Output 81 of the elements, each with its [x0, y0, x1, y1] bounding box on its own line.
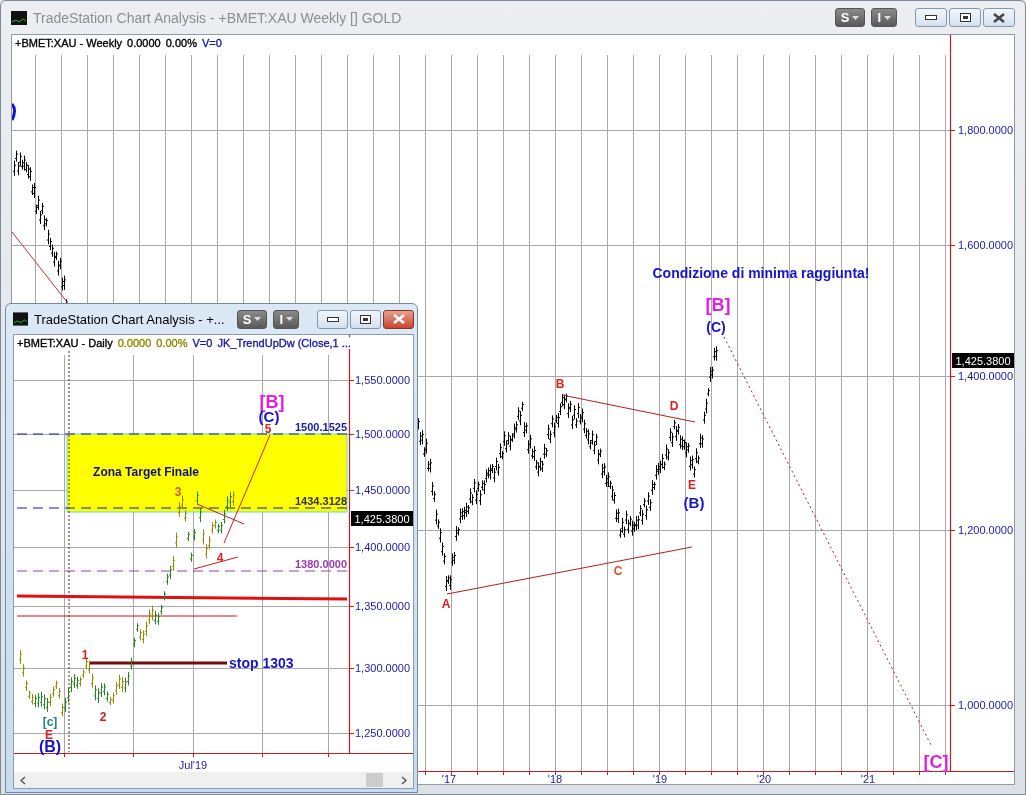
chart-annotation: stop 1303	[229, 655, 294, 671]
chart-icon	[11, 10, 27, 25]
chart-annotation: Zona Target Finale	[93, 465, 199, 479]
close-icon	[392, 314, 405, 324]
caret-icon	[254, 317, 262, 321]
chart-icon	[13, 312, 29, 326]
caret-icon	[852, 15, 860, 20]
chart-annotation: 2	[99, 710, 107, 724]
chart-annotation: 3	[174, 485, 182, 499]
chart-annotation: 1380.0000	[295, 558, 347, 570]
caret-icon	[884, 15, 891, 20]
date-label: '18	[547, 773, 563, 784]
maximize-button[interactable]	[350, 309, 381, 329]
price-label: 1,350.0000	[355, 600, 411, 612]
legend-text: 0.00%	[165, 37, 197, 49]
price-label: 1,250.0000	[355, 727, 411, 739]
maximize-icon	[360, 314, 371, 324]
price-label: 1,400.0000	[355, 541, 411, 553]
menu-button[interactable]: S	[236, 309, 268, 329]
chart-annotation: [B]	[705, 295, 731, 315]
chart-annotation: D	[669, 399, 679, 413]
minimize-button[interactable]	[317, 309, 348, 329]
date-label: '20	[756, 773, 772, 784]
wave-marker-icon	[12, 103, 16, 121]
price-label: 1,400.0000	[958, 370, 1014, 382]
chart-annotation: (C)	[706, 319, 726, 335]
caret-icon	[286, 317, 293, 321]
chart-annotation: 1434.3128	[295, 495, 347, 507]
chart-annotation: (B)	[683, 494, 705, 511]
scrollbar-thumb[interactable]	[366, 773, 383, 787]
scrollbar[interactable]	[14, 772, 413, 788]
chart-annotation: 5	[264, 422, 272, 436]
price-label: 1,800.0000	[958, 124, 1014, 136]
chart-annotation: C	[613, 564, 623, 578]
trend-line	[12, 231, 68, 303]
price-label: 1,550.0000	[355, 374, 411, 386]
date-label: '21	[860, 773, 876, 784]
chevron-left-icon[interactable]	[20, 775, 26, 785]
chevron-right-icon[interactable]	[401, 775, 407, 785]
minimize-button[interactable]	[915, 8, 947, 27]
minimize-icon	[925, 15, 937, 20]
chart-annotation: (B)	[38, 738, 62, 755]
legend-text: 0.0000	[127, 37, 161, 49]
maximize-button[interactable]	[949, 8, 981, 27]
chart-annotation: 1500.1525	[295, 421, 347, 433]
maximize-icon	[959, 13, 971, 22]
chart-annotation: Condizione di minima raggiunta!	[652, 265, 870, 281]
chart-annotation: 4	[216, 551, 224, 565]
minimize-icon	[326, 316, 339, 322]
legend-text: 0.0000	[117, 337, 152, 349]
last-price-badge: 1,425.3800	[952, 353, 1014, 368]
date-label: '19	[652, 773, 668, 784]
legend-text: 0.00%	[156, 337, 188, 349]
price-label: 1,300.0000	[355, 662, 411, 674]
legend-text: V=0	[192, 337, 213, 349]
last-price-badge: 1,425.3800	[351, 511, 413, 526]
menu-button[interactable]: I	[273, 309, 299, 329]
date-label: '17	[441, 773, 457, 784]
legend-text: +BMET:XAU - Weekly	[15, 37, 123, 49]
menu-button[interactable]: S	[834, 8, 866, 27]
price-label: 1,450.0000	[355, 484, 411, 496]
chart-annotation: [C]	[923, 752, 949, 772]
chart-annotation: E	[688, 478, 696, 492]
price-label: 1,200.0000	[958, 524, 1014, 536]
legend-text: JK_TrendUpDw (Close,1 ...	[217, 337, 351, 349]
price-label: 1,000.0000	[958, 699, 1014, 711]
menu-button[interactable]: I	[871, 8, 897, 27]
chart-annotation: 1	[81, 648, 89, 662]
chart-annotation: A	[441, 597, 451, 611]
window-title: TradeStation Chart Analysis - +BMET:XAU Weekly [] GOLD	[33, 9, 402, 26]
close-button[interactable]	[383, 309, 414, 329]
date-label: Jul'19	[178, 759, 208, 771]
price-label: 1,500.0000	[355, 428, 411, 440]
legend-text: V=0	[201, 37, 222, 49]
window-title: TradeStation Chart Analysis - +...	[34, 311, 225, 327]
close-button[interactable]	[983, 8, 1015, 27]
close-icon	[993, 12, 1005, 23]
legend-text: +BMET:XAU - Daily	[17, 337, 113, 349]
chart-annotation: [c]	[42, 715, 58, 729]
chart-annotation: B	[555, 377, 565, 391]
price-label: 1,600.0000	[958, 239, 1014, 251]
